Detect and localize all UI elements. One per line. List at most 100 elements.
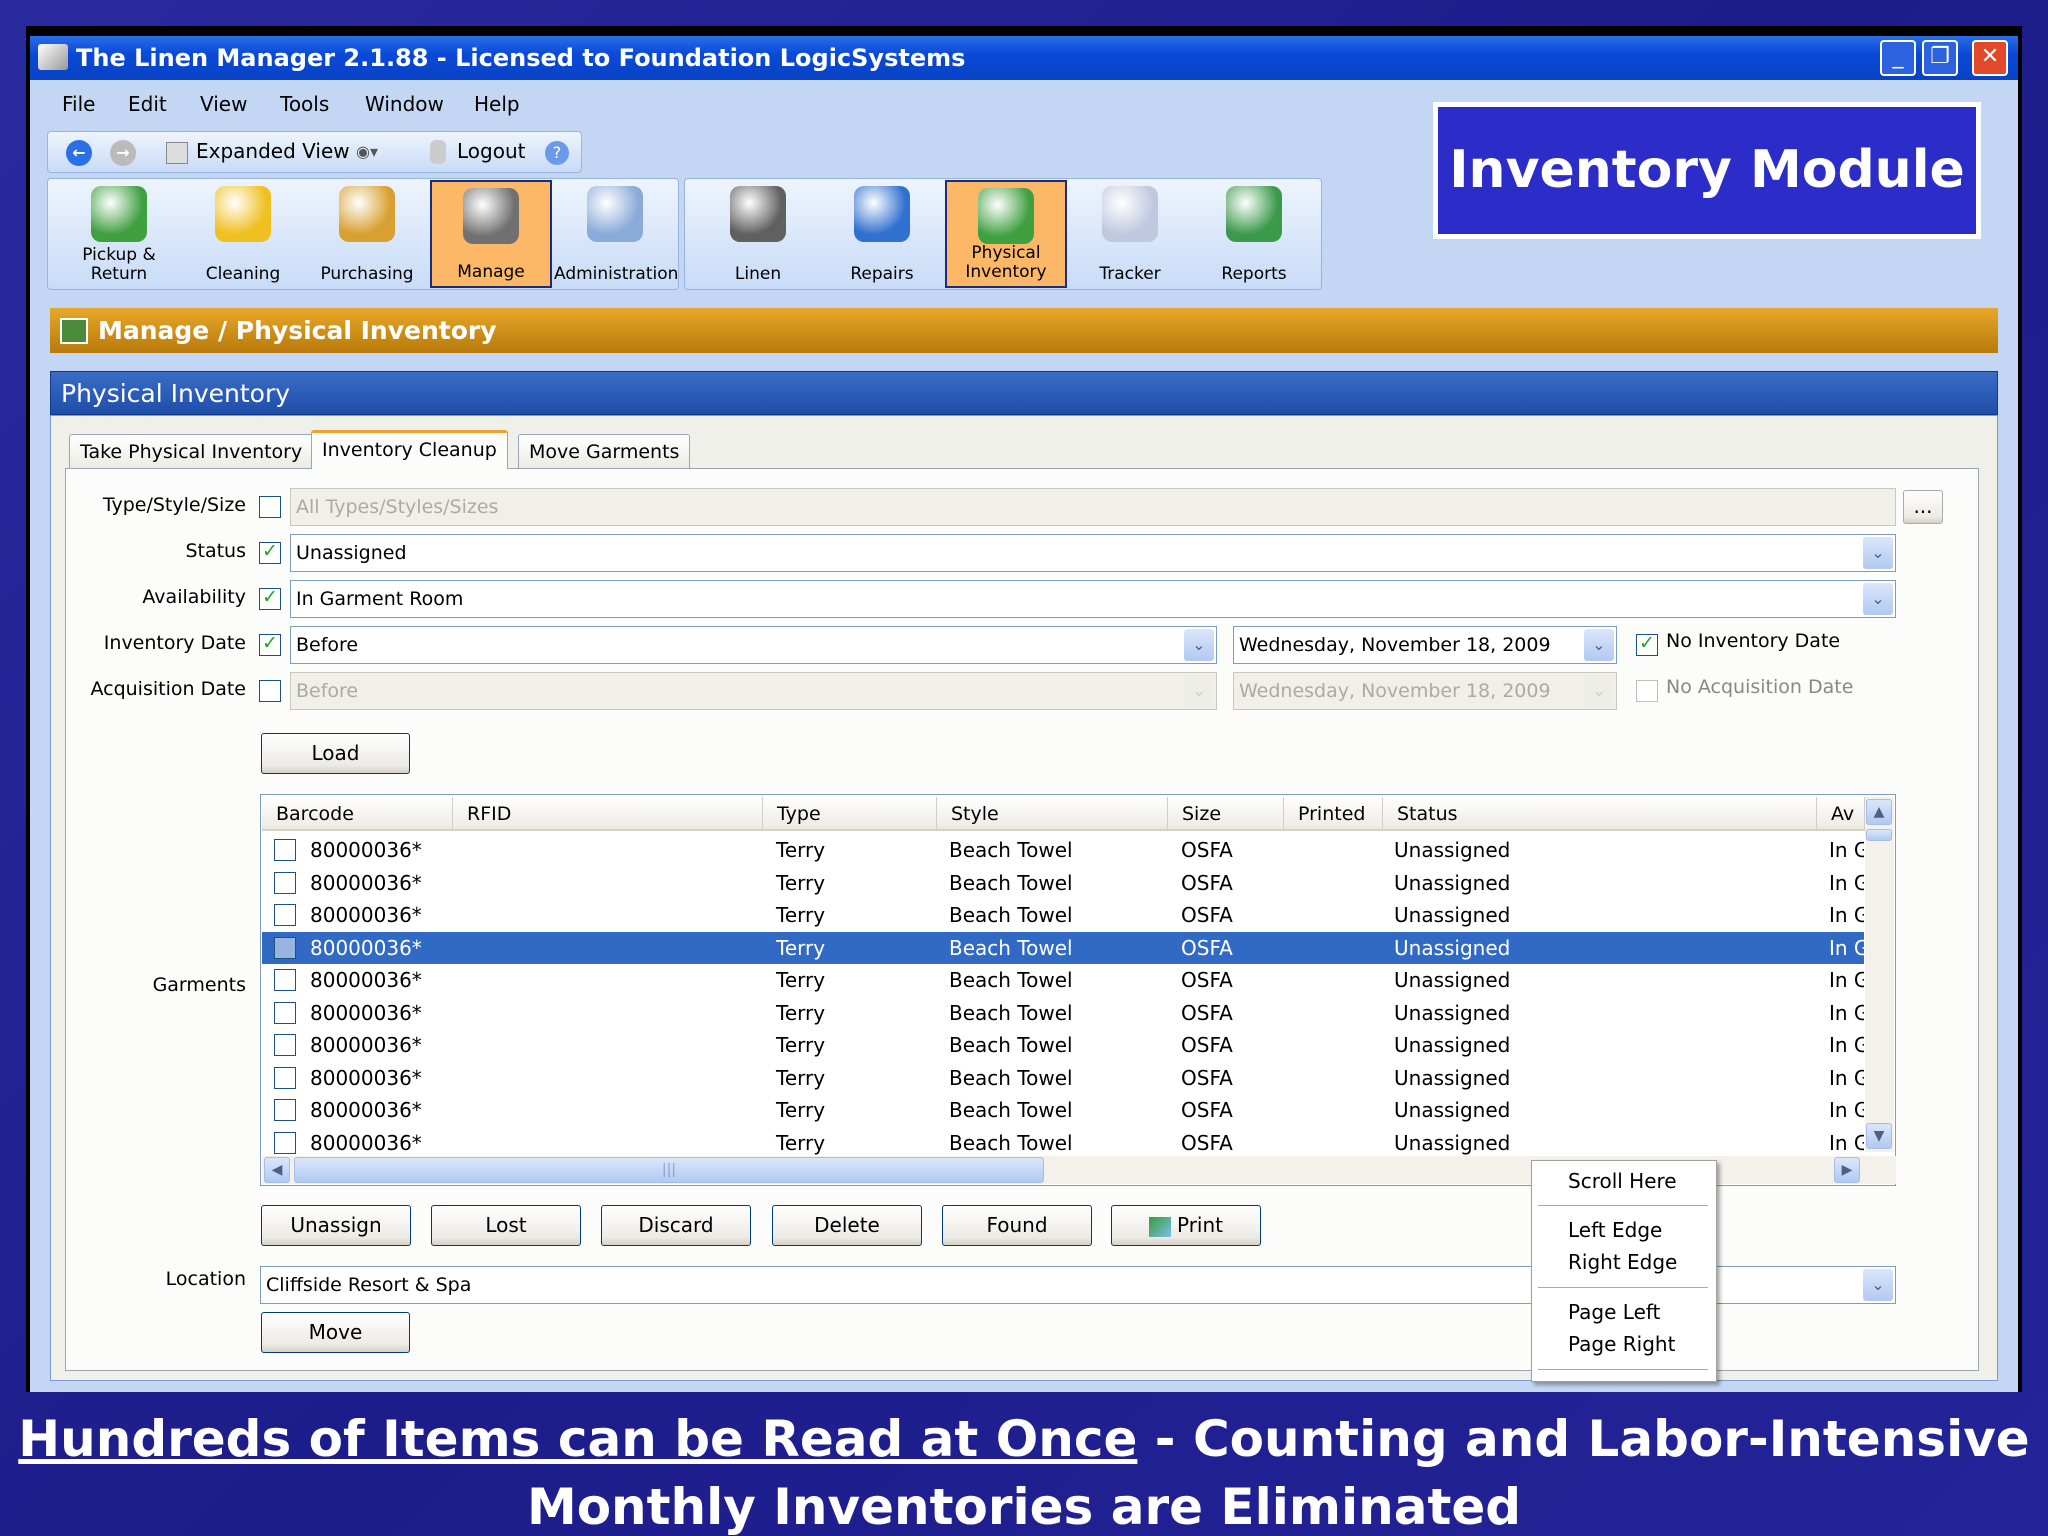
table-row[interactable]: 80000036* Terry Beach Towel OSFA Unassigned I… [262,1029,1864,1061]
row-checkbox[interactable] [274,969,296,991]
menu-window[interactable]: Window [365,92,444,116]
column-header-type[interactable]: Type [763,797,937,831]
menu-item-page-right[interactable]: Page Right [1568,1332,1675,1356]
no-inventory-date-checkbox[interactable] [1636,632,1658,656]
restore-button[interactable]: ❐ [1922,40,1958,76]
module-button-pickup-return[interactable]: Pickup & Return [58,180,180,288]
inventory-date-checkbox[interactable] [259,632,281,656]
type-style-size-field[interactable]: All Types/Styles/Sizes [290,488,1896,526]
delete-button[interactable]: Delete [772,1205,922,1246]
logout-button[interactable]: Logout [457,139,525,163]
chevron-down-icon[interactable]: ⌄ [1584,629,1614,661]
menu-tools[interactable]: Tools [280,92,329,116]
module-button-manage[interactable]: Manage [430,180,552,288]
menu-view[interactable]: View [200,92,247,116]
tab-inventory-cleanup[interactable]: Inventory Cleanup [311,430,508,469]
module-label: Repairs [850,264,914,284]
tab-move-garments[interactable]: Move Garments [518,434,691,468]
expanded-view-button[interactable]: Expanded View [196,139,350,163]
minimize-button[interactable]: _ [1880,40,1916,76]
table-row[interactable]: 80000036* Terry Beach Towel OSFA Unassigned I… [262,899,1864,931]
tab-take-physical-inventory[interactable]: Take Physical Inventory [69,434,314,468]
move-button[interactable]: Move [261,1312,410,1353]
unassign-button[interactable]: Unassign [261,1205,411,1246]
acquisition-date-picker[interactable]: Wednesday, November 18, 2009 ⌄ [1233,672,1617,710]
column-header-size[interactable]: Size [1168,797,1284,831]
row-checkbox[interactable] [274,1001,296,1024]
row-checkbox[interactable] [274,871,296,894]
no-acquisition-date-checkbox[interactable] [1636,680,1658,702]
table-row[interactable]: 80000036* Terry Beach Towel OSFA Unassigned I… [262,834,1864,866]
inventory-date-picker[interactable]: Wednesday, November 18, 2009 ⌄ [1233,626,1617,664]
type-style-size-checkbox[interactable] [259,496,281,518]
chevron-down-icon[interactable]: ⌄ [1863,1269,1893,1301]
column-header-availability[interactable]: Av [1817,797,1865,831]
chevron-down-icon[interactable]: ⌄ [1184,629,1214,661]
camera-dropdown-icon[interactable]: ◉▾ [356,142,390,164]
row-checkbox[interactable] [274,904,296,926]
scroll-right-icon[interactable]: ▶ [1834,1157,1860,1183]
acquisition-date-value: Wednesday, November 18, 2009 [1239,680,1551,702]
table-row[interactable]: 80000036* Terry Beach Towel OSFA Unassigned I… [262,931,1864,964]
close-button[interactable]: ✕ [1972,40,2008,76]
forward-icon[interactable]: → [110,140,136,166]
column-header-style[interactable]: Style [937,797,1168,831]
row-checkbox[interactable] [274,1131,296,1154]
scroll-down-icon[interactable]: ▼ [1866,1123,1892,1149]
table-row[interactable]: 80000036* Terry Beach Towel OSFA Unassigned I… [262,867,1864,899]
availability-select[interactable]: In Garment Room ⌄ [290,580,1896,618]
availability-checkbox[interactable] [259,586,281,610]
discard-button[interactable]: Discard [601,1205,751,1246]
module-button-repairs[interactable]: Repairs [821,180,943,288]
print-button[interactable]: Print [1111,1205,1261,1246]
row-checkbox[interactable] [274,1099,296,1121]
availability-cell: In G [1829,838,1864,862]
table-row[interactable]: 80000036* Terry Beach Towel OSFA Unassigned I… [262,1127,1864,1159]
row-checkbox[interactable] [274,839,296,861]
module-button-reports[interactable]: Reports [1193,180,1315,288]
column-header-barcode[interactable]: Barcode [262,797,453,831]
acquisition-date-operator-select[interactable]: Before ⌄ [290,672,1217,710]
vertical-scrollbar[interactable]: ▲ ▼ [1865,797,1894,1152]
scroll-up-icon[interactable]: ▲ [1866,799,1892,825]
column-header-printed[interactable]: Printed [1284,797,1383,831]
scroll-thumb[interactable] [1866,829,1892,841]
help-icon[interactable]: ? [545,141,569,165]
found-button[interactable]: Found [942,1205,1092,1246]
menu-item-right-edge[interactable]: Right Edge [1568,1250,1677,1274]
inventory-date-operator-select[interactable]: Before ⌄ [290,626,1217,664]
menu-item-scroll-here[interactable]: Scroll Here [1568,1169,1677,1193]
module-button-administration[interactable]: Administration [554,180,678,288]
table-row[interactable]: 80000036* Terry Beach Towel OSFA Unassigned I… [262,964,1864,996]
row-checkbox[interactable] [274,1066,296,1089]
menu-file[interactable]: File [62,92,95,116]
row-checkbox[interactable] [274,1034,296,1056]
column-header-rfid[interactable]: RFID [453,797,763,831]
acquisition-date-checkbox[interactable] [259,680,281,702]
status-checkbox[interactable] [259,540,281,564]
table-row[interactable]: 80000036* Terry Beach Towel OSFA Unassigned I… [262,997,1864,1029]
module-button-purchasing[interactable]: Purchasing [306,180,428,288]
column-header-status[interactable]: Status [1383,797,1817,831]
load-button[interactable]: Load [261,733,410,774]
horizontal-scroll-thumb[interactable]: ||| [294,1157,1044,1183]
module-button-physical-inventory[interactable]: Physical Inventory [945,180,1067,288]
menu-item-page-left[interactable]: Page Left [1568,1300,1660,1324]
browse-button[interactable]: ... [1903,490,1943,524]
scroll-left-icon[interactable]: ◀ [264,1157,290,1183]
table-row[interactable]: 80000036* Terry Beach Towel OSFA Unassigned I… [262,1062,1864,1094]
module-button-cleaning[interactable]: Cleaning [182,180,304,288]
menu-edit[interactable]: Edit [128,92,167,116]
row-checkbox[interactable] [274,936,296,959]
module-button-tracker[interactable]: Tracker [1069,180,1191,288]
lost-button[interactable]: Lost [431,1205,581,1246]
scrollbar-context-menu: Scroll Here Left Edge Right Edge Page Le… [1531,1160,1717,1382]
module-button-linen[interactable]: Linen [697,180,819,288]
status-select[interactable]: Unassigned ⌄ [290,534,1896,572]
table-row[interactable]: 80000036* Terry Beach Towel OSFA Unassigned I… [262,1094,1864,1126]
menu-item-left-edge[interactable]: Left Edge [1568,1218,1662,1242]
chevron-down-icon[interactable]: ⌄ [1863,537,1893,569]
back-icon[interactable]: ← [66,140,92,166]
menu-help[interactable]: Help [474,92,520,116]
chevron-down-icon[interactable]: ⌄ [1863,583,1893,615]
